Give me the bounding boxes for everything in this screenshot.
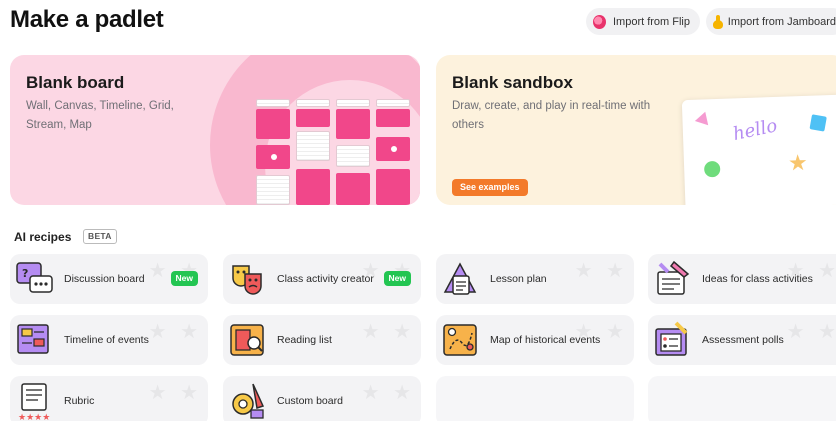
jamboard-logo-icon xyxy=(713,14,723,29)
blank-board-card[interactable]: Blank board Wall, Canvas, Timeline, Grid… xyxy=(10,55,420,205)
star-pattern-decoration: ★ ★ xyxy=(148,382,202,404)
star-shape-icon: ★ xyxy=(787,149,809,176)
new-badge: New xyxy=(170,271,198,286)
triangle-shape-icon xyxy=(694,109,712,126)
recipe-label: Map of historical events xyxy=(490,334,601,346)
see-examples-button[interactable]: See examples xyxy=(452,179,528,196)
recipe-timeline-of-events[interactable]: ★ ★ Timeline of events xyxy=(10,315,208,365)
star-pattern-decoration: ★ ★ xyxy=(786,321,836,343)
import-jamboard-label: Import from Jamboard xyxy=(727,15,836,28)
beta-badge: BETA xyxy=(83,229,117,244)
rubric-icon: ★★★★ xyxy=(14,380,56,421)
recipe-placeholder xyxy=(648,376,836,421)
blank-board-description: Wall, Canvas, Timeline, Grid, Stream, Ma… xyxy=(26,100,174,131)
recipe-reading-list[interactable]: ★ ★ Reading list xyxy=(223,315,421,365)
map-icon xyxy=(440,319,482,361)
timeline-icon xyxy=(14,319,56,361)
recipe-label: Custom board xyxy=(277,395,343,407)
blank-sandbox-description: Draw, create, and play in real-time with… xyxy=(452,100,651,131)
ideas-icon xyxy=(652,258,694,300)
import-from-jamboard-button[interactable]: Import from Jamboard xyxy=(706,8,836,35)
reading-list-icon xyxy=(227,319,269,361)
recipe-rubric[interactable]: ★ ★ ★★★★ Rubric xyxy=(10,376,208,421)
import-flip-label: Import from Flip xyxy=(612,15,690,28)
star-pattern-decoration: ★ ★ xyxy=(574,260,628,282)
hello-doodle: hello xyxy=(731,115,780,146)
recipe-lesson-plan[interactable]: ★ ★ Lesson plan xyxy=(436,254,634,304)
recipe-assessment-polls[interactable]: ★ ★ Assessment polls xyxy=(648,315,836,365)
recipe-label: Ideas for class activities xyxy=(702,273,813,285)
svg-text:?: ? xyxy=(22,267,28,280)
lesson-plan-icon xyxy=(440,258,482,300)
recipe-placeholder xyxy=(436,376,634,421)
blank-sandbox-title: Blank sandbox xyxy=(452,73,573,92)
recipe-label: Discussion board xyxy=(64,273,145,285)
square-shape-icon xyxy=(809,114,827,132)
recipe-custom-board[interactable]: ★ ★ Custom board xyxy=(223,376,421,421)
theater-masks-icon xyxy=(227,258,269,300)
svg-text:★★★★: ★★★★ xyxy=(18,413,50,421)
discussion-icon: ? xyxy=(14,258,56,300)
recipe-label: Lesson plan xyxy=(490,273,547,285)
board-preview-illustration xyxy=(256,99,416,205)
recipe-label: Class activity creator xyxy=(277,273,374,285)
recipe-label: Rubric xyxy=(64,395,95,407)
star-pattern-decoration: ★ ★ xyxy=(361,321,415,343)
page-title: Make a padlet xyxy=(10,6,164,33)
poll-icon xyxy=(652,319,694,361)
star-pattern-decoration: ★ ★ xyxy=(361,382,415,404)
recipe-label: Assessment polls xyxy=(702,334,784,346)
star-pattern-decoration: ★ ★ xyxy=(148,321,202,343)
new-badge: New xyxy=(383,271,411,286)
recipe-discussion-board[interactable]: ★ ★ ? Discussion board New xyxy=(10,254,208,304)
blank-sandbox-card[interactable]: Blank sandbox Draw, create, and play in … xyxy=(436,55,836,205)
recipe-ideas-for-class-activities[interactable]: ★ ★ Ideas for class activities xyxy=(648,254,836,304)
recipe-label: Reading list xyxy=(277,334,332,346)
ai-recipes-heading: AI recipes xyxy=(14,230,72,244)
import-from-flip-button[interactable]: Import from Flip xyxy=(586,8,700,35)
custom-board-icon xyxy=(227,380,269,421)
blank-board-title: Blank board xyxy=(26,73,125,92)
recipe-class-activity-creator[interactable]: ★ ★ Class activity creator New xyxy=(223,254,421,304)
recipe-map-of-historical-events[interactable]: ★ ★ Map of historical events xyxy=(436,315,634,365)
sandbox-preview-illustration: hello ★ xyxy=(681,93,836,205)
circle-shape-icon xyxy=(703,160,721,178)
flip-logo-icon xyxy=(593,14,606,29)
recipe-label: Timeline of events xyxy=(64,334,149,346)
